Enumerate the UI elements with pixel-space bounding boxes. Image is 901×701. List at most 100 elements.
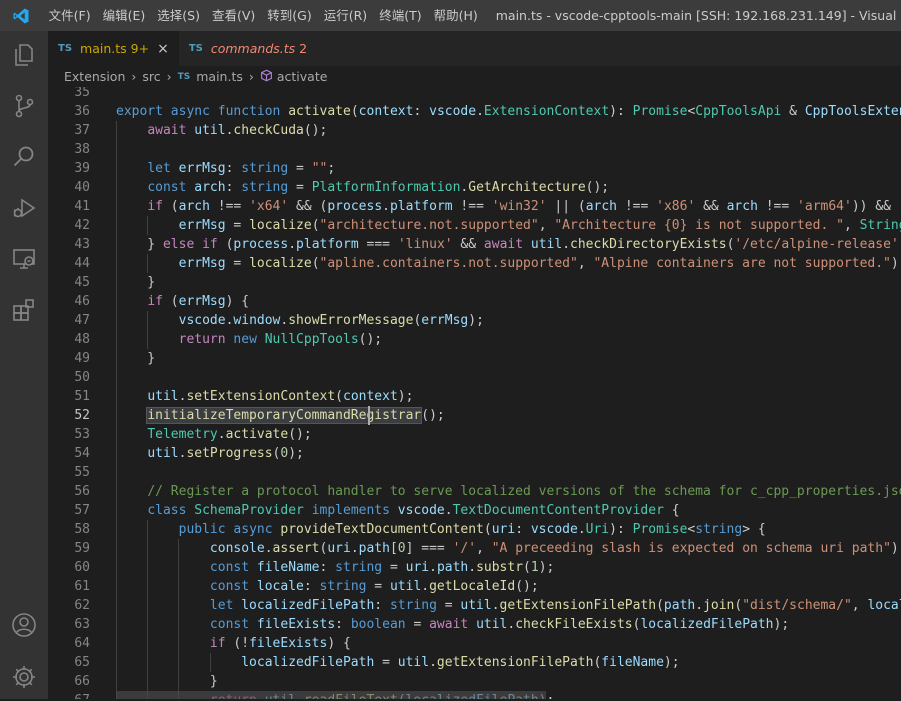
menu-selection[interactable]: 选择(S) bbox=[151, 0, 206, 31]
code-line[interactable]: 66 } bbox=[48, 672, 901, 691]
code-line[interactable]: 44 errMsg = localize("apline.containers.… bbox=[48, 254, 901, 273]
menu-go[interactable]: 转到(G) bbox=[261, 0, 317, 31]
breadcrumb-src[interactable]: src bbox=[142, 69, 160, 84]
text-cursor bbox=[368, 406, 370, 425]
code-text[interactable]: if (!fileExists) { bbox=[116, 634, 351, 653]
code-text[interactable]: errMsg = localize("apline.containers.not… bbox=[116, 254, 901, 273]
code-line[interactable]: 36 export async function activate(context… bbox=[48, 102, 901, 121]
code-line[interactable]: 40 const arch: string = PlatformInformat… bbox=[48, 178, 901, 197]
code-text[interactable]: } bbox=[116, 349, 155, 368]
code-text[interactable]: return new NullCppTools(); bbox=[116, 330, 383, 349]
line-number: 47 bbox=[74, 313, 90, 328]
code-line[interactable]: 45 } bbox=[48, 273, 901, 292]
code-text[interactable]: await util.checkCuda(); bbox=[116, 121, 327, 140]
typescript-icon: TS bbox=[58, 43, 73, 54]
horizontal-scrollbar[interactable] bbox=[116, 691, 546, 699]
symbol-method-icon bbox=[260, 69, 273, 85]
code-line[interactable]: 62 let localizedFilePath: string = util.… bbox=[48, 596, 901, 615]
code-line[interactable]: 42 errMsg = localize("architecture.not.s… bbox=[48, 216, 901, 235]
code-line[interactable]: 60 const fileName: string = uri.path.sub… bbox=[48, 558, 901, 577]
code-line[interactable]: 50 bbox=[48, 368, 901, 387]
code-text[interactable]: const fileExists: boolean = await util.c… bbox=[116, 615, 789, 634]
files-icon[interactable] bbox=[0, 31, 48, 79]
code-line[interactable]: 59 console.assert(uri.path[0] === '/', "… bbox=[48, 539, 901, 558]
code-line[interactable]: 49 } bbox=[48, 349, 901, 368]
account-icon[interactable] bbox=[0, 601, 48, 649]
code-text[interactable]: errMsg = localize("architecture.not.supp… bbox=[116, 216, 901, 235]
code-text[interactable]: const fileName: string = uri.path.substr… bbox=[116, 558, 554, 577]
remote-explorer-icon[interactable] bbox=[0, 235, 48, 283]
code-line[interactable]: 58 public async provideTextDocumentConte… bbox=[48, 520, 901, 539]
code-text[interactable]: util.setExtensionContext(context); bbox=[116, 387, 413, 406]
breadcrumb-file[interactable]: main.ts bbox=[196, 69, 243, 84]
code-text[interactable]: public async provideTextDocumentContent(… bbox=[116, 520, 766, 539]
menu-edit[interactable]: 编辑(E) bbox=[97, 0, 152, 31]
tab-commands-ts[interactable]: TS commands.ts 2 bbox=[179, 31, 317, 66]
code-line[interactable]: 64 if (!fileExists) { bbox=[48, 634, 901, 653]
code-text[interactable]: } else if (process.platform === 'linux' … bbox=[116, 235, 901, 254]
code-line[interactable]: 48 return new NullCppTools(); bbox=[48, 330, 901, 349]
code-line[interactable]: 53 Telemetry.activate(); bbox=[48, 425, 901, 444]
code-line[interactable]: 39 let errMsg: string = ""; bbox=[48, 159, 901, 178]
code-text[interactable]: initializeTemporaryCommandRegistrar(); bbox=[116, 406, 445, 425]
code-line[interactable]: 55 bbox=[48, 463, 901, 482]
code-text[interactable]: let localizedFilePath: string = util.get… bbox=[116, 596, 901, 615]
code-line[interactable]: 46 if (errMsg) { bbox=[48, 292, 901, 311]
code-line[interactable]: 63 const fileExists: boolean = await uti… bbox=[48, 615, 901, 634]
code-text[interactable]: if (errMsg) { bbox=[116, 292, 249, 311]
code-line[interactable]: 38 bbox=[48, 140, 901, 159]
source-control-icon[interactable] bbox=[0, 82, 48, 130]
code-text[interactable]: console.assert(uri.path[0] === '/', "A p… bbox=[116, 539, 901, 558]
code-line[interactable]: 61 const locale: string = util.getLocale… bbox=[48, 577, 901, 596]
menu-view[interactable]: 查看(V) bbox=[206, 0, 261, 31]
menu-terminal[interactable]: 终端(T) bbox=[373, 0, 427, 31]
code-line[interactable]: 41 if (arch !== 'x64' && (process.platfo… bbox=[48, 197, 901, 216]
tab-main-ts[interactable]: TS main.ts 9+ × bbox=[48, 31, 179, 66]
code-text[interactable]: const arch: string = PlatformInformation… bbox=[116, 178, 609, 197]
extensions-icon[interactable] bbox=[0, 286, 48, 334]
menu-file[interactable]: 文件(F) bbox=[43, 0, 97, 31]
code-text[interactable]: vscode.window.showErrorMessage(errMsg); bbox=[116, 311, 484, 330]
vscode-logo-icon[interactable] bbox=[0, 0, 43, 31]
line-number: 45 bbox=[74, 275, 90, 290]
line-number: 42 bbox=[74, 218, 90, 233]
code-line[interactable]: 35 bbox=[48, 87, 901, 102]
menu-help[interactable]: 帮助(H) bbox=[428, 0, 484, 31]
line-number: 57 bbox=[74, 503, 90, 518]
breadcrumb-extension[interactable]: Extension bbox=[64, 69, 125, 84]
code-line[interactable]: 54 util.setProgress(0); bbox=[48, 444, 901, 463]
code-line[interactable]: 57 class SchemaProvider implements vscod… bbox=[48, 501, 901, 520]
settings-gear-icon[interactable] bbox=[0, 653, 48, 701]
code-line[interactable]: 51 util.setExtensionContext(context); bbox=[48, 387, 901, 406]
code-text[interactable]: util.setProgress(0); bbox=[116, 444, 304, 463]
code-text[interactable]: } bbox=[116, 273, 155, 292]
line-number: 62 bbox=[74, 598, 90, 613]
code-text[interactable]: Telemetry.activate(); bbox=[116, 425, 311, 444]
code-text[interactable]: } bbox=[116, 672, 218, 691]
code-line[interactable]: 56 // Register a protocol handler to ser… bbox=[48, 482, 901, 501]
line-number: 49 bbox=[74, 351, 90, 366]
run-debug-icon[interactable] bbox=[0, 184, 48, 232]
chevron-right-icon: › bbox=[166, 69, 172, 84]
code-text[interactable]: // Register a protocol handler to serve … bbox=[116, 482, 901, 501]
code-text[interactable]: if (arch !== 'x64' && (process.platform … bbox=[116, 197, 901, 216]
line-number: 55 bbox=[74, 465, 90, 480]
code-text[interactable]: export async function activate(context: … bbox=[116, 102, 901, 121]
code-line[interactable]: 52 initializeTemporaryCommandRegistrar()… bbox=[48, 406, 901, 425]
code-text[interactable]: class SchemaProvider implements vscode.T… bbox=[116, 501, 679, 520]
indent-guide bbox=[147, 520, 149, 699]
code-line[interactable]: 47 vscode.window.showErrorMessage(errMsg… bbox=[48, 311, 901, 330]
code-editor[interactable]: 35 36 export async function activate(conte… bbox=[48, 87, 901, 699]
search-icon[interactable] bbox=[0, 133, 48, 181]
code-text[interactable]: let errMsg: string = ""; bbox=[116, 159, 335, 178]
code-line[interactable]: 65 localizedFilePath = util.getExtension… bbox=[48, 653, 901, 672]
code-line[interactable]: 43 } else if (process.platform === 'linu… bbox=[48, 235, 901, 254]
line-number: 37 bbox=[74, 123, 90, 138]
code-text[interactable]: localizedFilePath = util.getExtensionFil… bbox=[116, 653, 679, 672]
code-line[interactable]: 37 await util.checkCuda(); bbox=[48, 121, 901, 140]
breadcrumb-symbol[interactable]: activate bbox=[277, 69, 328, 84]
line-number: 35 bbox=[74, 87, 90, 100]
code-text[interactable]: const locale: string = util.getLocaleId(… bbox=[116, 577, 539, 596]
close-icon[interactable]: × bbox=[157, 41, 169, 57]
menu-run[interactable]: 运行(R) bbox=[318, 0, 373, 31]
